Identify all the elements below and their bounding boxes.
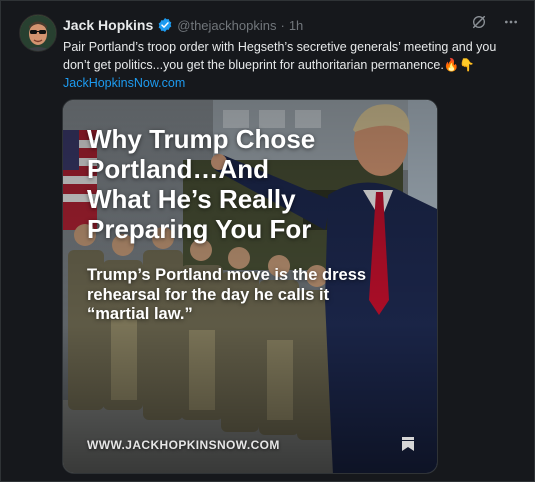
card-subtitle: Trump’s Portland move is the dress rehea… bbox=[87, 266, 387, 325]
post-header: Jack Hopkins @thejackhopkins · 1h bbox=[63, 16, 303, 34]
card-subtitle-line: rehearsal for the day he calls it bbox=[87, 285, 330, 304]
post-body: Pair Portland’s troop order with Hegseth… bbox=[63, 38, 523, 92]
card-title-line: What He’s Really bbox=[87, 184, 296, 214]
card-title: Why Trump Chose Portland…And What He’s R… bbox=[87, 124, 417, 244]
more-options-icon[interactable] bbox=[502, 13, 520, 31]
card-subtitle-line: Trump’s Portland move is the dress bbox=[87, 266, 367, 284]
bookmark-icon[interactable] bbox=[401, 436, 415, 452]
author-avatar[interactable] bbox=[19, 14, 57, 52]
avatar-image bbox=[20, 15, 56, 51]
post-card[interactable]: Jack Hopkins @thejackhopkins · 1h Pair P… bbox=[0, 0, 535, 482]
card-title-line: Why Trump Chose bbox=[87, 124, 316, 154]
verified-badge-icon bbox=[157, 17, 173, 33]
post-link[interactable]: JackHopkinsNow.com bbox=[63, 74, 523, 92]
post-header-actions bbox=[470, 13, 520, 31]
post-text-line: don’t get politics...you get the bluepri… bbox=[63, 58, 475, 72]
card-domain: WWW.JACKHOPKINSNOW.COM bbox=[87, 438, 280, 452]
author-name[interactable]: Jack Hopkins bbox=[63, 17, 153, 33]
post-text-line: Pair Portland’s troop order with Hegseth… bbox=[63, 40, 497, 54]
link-preview-card[interactable]: Why Trump Chose Portland…And What He’s R… bbox=[62, 99, 438, 474]
card-subtitle-line: “martial law.” bbox=[87, 305, 193, 323]
card-title-line: Portland…And bbox=[87, 154, 269, 184]
post-time[interactable]: 1h bbox=[289, 18, 303, 33]
author-handle[interactable]: @thejackhopkins bbox=[177, 18, 276, 33]
card-title-line: Preparing You For bbox=[87, 214, 312, 244]
separator-dot: · bbox=[280, 17, 285, 33]
grok-icon[interactable] bbox=[470, 13, 488, 31]
